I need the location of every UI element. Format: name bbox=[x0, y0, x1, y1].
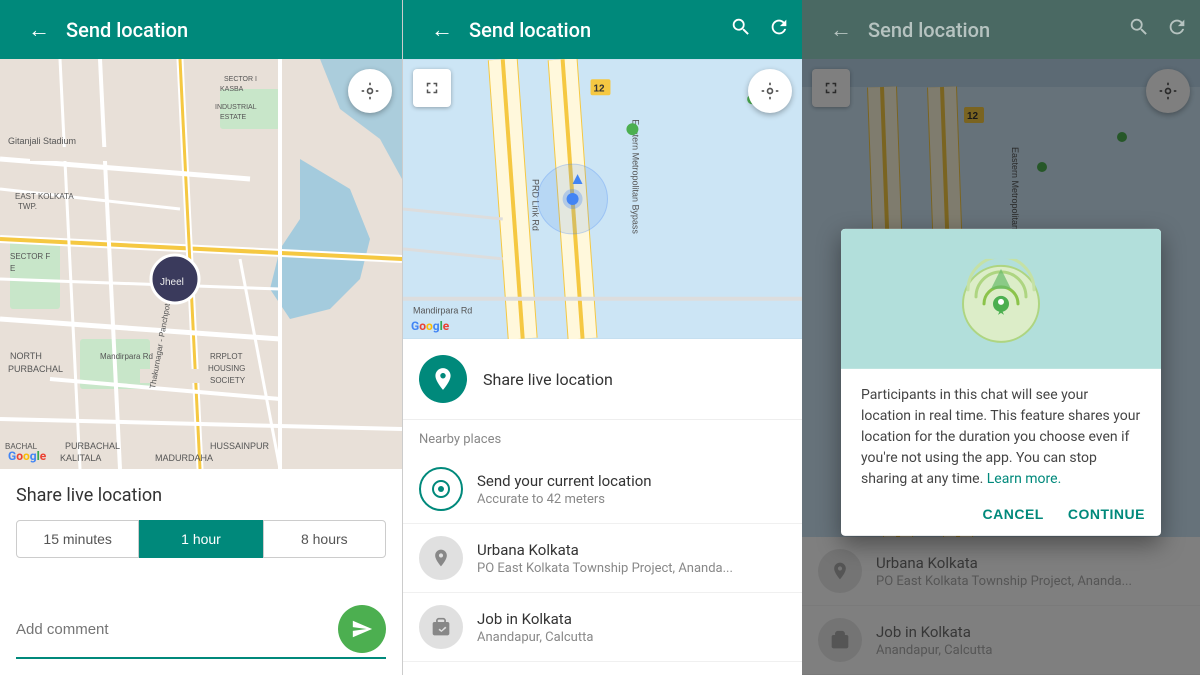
svg-text:KASBA: KASBA bbox=[220, 86, 244, 93]
urbana-icon-mid bbox=[419, 536, 463, 580]
time-btn-1hour[interactable]: 1 hour bbox=[139, 520, 262, 558]
urbana-text-mid: Urbana Kolkata PO East Kolkata Township … bbox=[477, 541, 733, 576]
continue-button[interactable]: CONTINUE bbox=[1068, 506, 1145, 522]
svg-text:Gitanjali Stadium: Gitanjali Stadium bbox=[8, 136, 76, 146]
mid-panel: ← Send location 12 bbox=[402, 0, 802, 675]
urbana-name-mid: Urbana Kolkata bbox=[477, 541, 733, 559]
svg-text:Mandirpara Rd: Mandirpara Rd bbox=[413, 306, 472, 316]
job-sub-mid: Anandapur, Calcutta bbox=[477, 630, 593, 645]
send-button[interactable] bbox=[338, 605, 386, 653]
svg-text:SECTOR I: SECTOR I bbox=[224, 76, 257, 83]
urbana-item-mid[interactable]: Urbana Kolkata PO East Kolkata Township … bbox=[403, 524, 802, 593]
svg-text:Eastern Metropolitan Bypass: Eastern Metropolitan Bypass bbox=[630, 119, 640, 234]
time-buttons: 15 minutes 1 hour 8 hours bbox=[16, 520, 386, 558]
learn-more-link[interactable]: Learn more. bbox=[987, 471, 1062, 487]
svg-text:12: 12 bbox=[594, 83, 606, 94]
current-location-name: Send your current location bbox=[477, 472, 652, 490]
svg-text:HUSSAINPUR: HUSSAINPUR bbox=[210, 441, 270, 451]
back-icon-left[interactable]: ← bbox=[28, 17, 50, 43]
svg-text:HOUSING: HOUSING bbox=[208, 364, 245, 373]
comment-row bbox=[16, 605, 386, 659]
live-location-dialog: Participants in this chat will see your … bbox=[841, 229, 1161, 536]
svg-text:EAST KOLKATA: EAST KOLKATA bbox=[15, 192, 74, 201]
left-map: Gitanjali Stadium SECTOR I KASBA INDUSTR… bbox=[0, 59, 402, 469]
live-icon bbox=[419, 355, 467, 403]
right-panel: ← Send location 12 Eastern Metropolitan … bbox=[802, 0, 1200, 675]
svg-text:SOCIETY: SOCIETY bbox=[210, 376, 246, 385]
right-header: ← Send location bbox=[802, 0, 1200, 59]
job-text-mid: Job in Kolkata Anandapur, Calcutta bbox=[477, 610, 593, 645]
svg-text:INDUSTRIAL: INDUSTRIAL bbox=[215, 104, 257, 111]
refresh-icon-mid[interactable] bbox=[768, 16, 790, 44]
expand-button-mid[interactable] bbox=[413, 69, 451, 107]
current-location-icon bbox=[419, 467, 463, 511]
gps-button-mid[interactable] bbox=[748, 69, 792, 113]
refresh-icon-right[interactable] bbox=[1166, 16, 1188, 44]
job-icon-mid bbox=[419, 605, 463, 649]
job-item-mid[interactable]: Job in Kolkata Anandapur, Calcutta bbox=[403, 593, 802, 662]
mid-header: ← Send location bbox=[403, 0, 802, 59]
svg-text:NORTH: NORTH bbox=[10, 351, 42, 361]
time-btn-15min[interactable]: 15 minutes bbox=[16, 520, 139, 558]
mid-map: 12 PRD Link Rd Eastern Metropolitan Bypa… bbox=[403, 59, 802, 339]
svg-text:KALITALA: KALITALA bbox=[60, 453, 101, 463]
back-icon-mid[interactable]: ← bbox=[431, 17, 453, 43]
cancel-button[interactable]: CANCEL bbox=[983, 506, 1044, 522]
location-list-mid: Share live location Nearby places Send y… bbox=[403, 339, 802, 675]
mid-header-title: Send location bbox=[469, 18, 714, 42]
job-name-mid: Job in Kolkata bbox=[477, 610, 593, 628]
right-inner: 12 Eastern Metropolitan Bypass bbox=[802, 59, 1200, 675]
current-location-item[interactable]: Send your current location Accurate to 4… bbox=[403, 455, 802, 524]
share-live-label-mid: Share live location bbox=[483, 370, 613, 389]
left-bottom-panel: Share live location 15 minutes 1 hour 8 … bbox=[0, 469, 402, 675]
right-header-title: Send location bbox=[868, 18, 1112, 42]
nearby-label: Nearby places bbox=[403, 420, 802, 455]
svg-text:RRPLOT: RRPLOT bbox=[210, 352, 243, 361]
search-icon-right[interactable] bbox=[1128, 16, 1150, 44]
share-live-item[interactable]: Share live location bbox=[403, 339, 802, 420]
left-header: ← Send location bbox=[0, 0, 402, 59]
back-icon-right[interactable]: ← bbox=[830, 17, 852, 43]
svg-text:PURBACHAL: PURBACHAL bbox=[65, 441, 120, 451]
gps-button-left[interactable] bbox=[348, 69, 392, 113]
google-logo-mid: Google bbox=[411, 319, 449, 333]
time-btn-8hours[interactable]: 8 hours bbox=[263, 520, 386, 558]
svg-text:Jheel: Jheel bbox=[160, 277, 184, 288]
urbana-sub-mid: PO East Kolkata Township Project, Ananda… bbox=[477, 561, 733, 576]
google-logo-left: Google bbox=[8, 449, 46, 463]
svg-text:MADURDAHA: MADURDAHA bbox=[155, 453, 213, 463]
share-live-title: Share live location bbox=[16, 485, 386, 506]
svg-text:ESTATE: ESTATE bbox=[220, 114, 247, 121]
current-location-text: Send your current location Accurate to 4… bbox=[477, 472, 652, 507]
current-location-sub: Accurate to 42 meters bbox=[477, 492, 652, 507]
svg-text:Mandirpara Rd: Mandirpara Rd bbox=[100, 352, 153, 361]
left-panel: ← Send location bbox=[0, 0, 402, 675]
dialog-icon-area bbox=[841, 229, 1161, 369]
svg-text:TWP.: TWP. bbox=[18, 202, 37, 211]
comment-input[interactable] bbox=[16, 621, 326, 638]
svg-text:SECTOR F: SECTOR F bbox=[10, 252, 50, 261]
dialog-body: Participants in this chat will see your … bbox=[841, 369, 1161, 498]
search-icon-mid[interactable] bbox=[730, 16, 752, 44]
left-header-title: Send location bbox=[66, 18, 390, 42]
svg-text:PURBACHAL: PURBACHAL bbox=[8, 364, 63, 374]
svg-text:E: E bbox=[10, 264, 15, 273]
dialog-actions: CANCEL CONTINUE bbox=[841, 498, 1161, 536]
